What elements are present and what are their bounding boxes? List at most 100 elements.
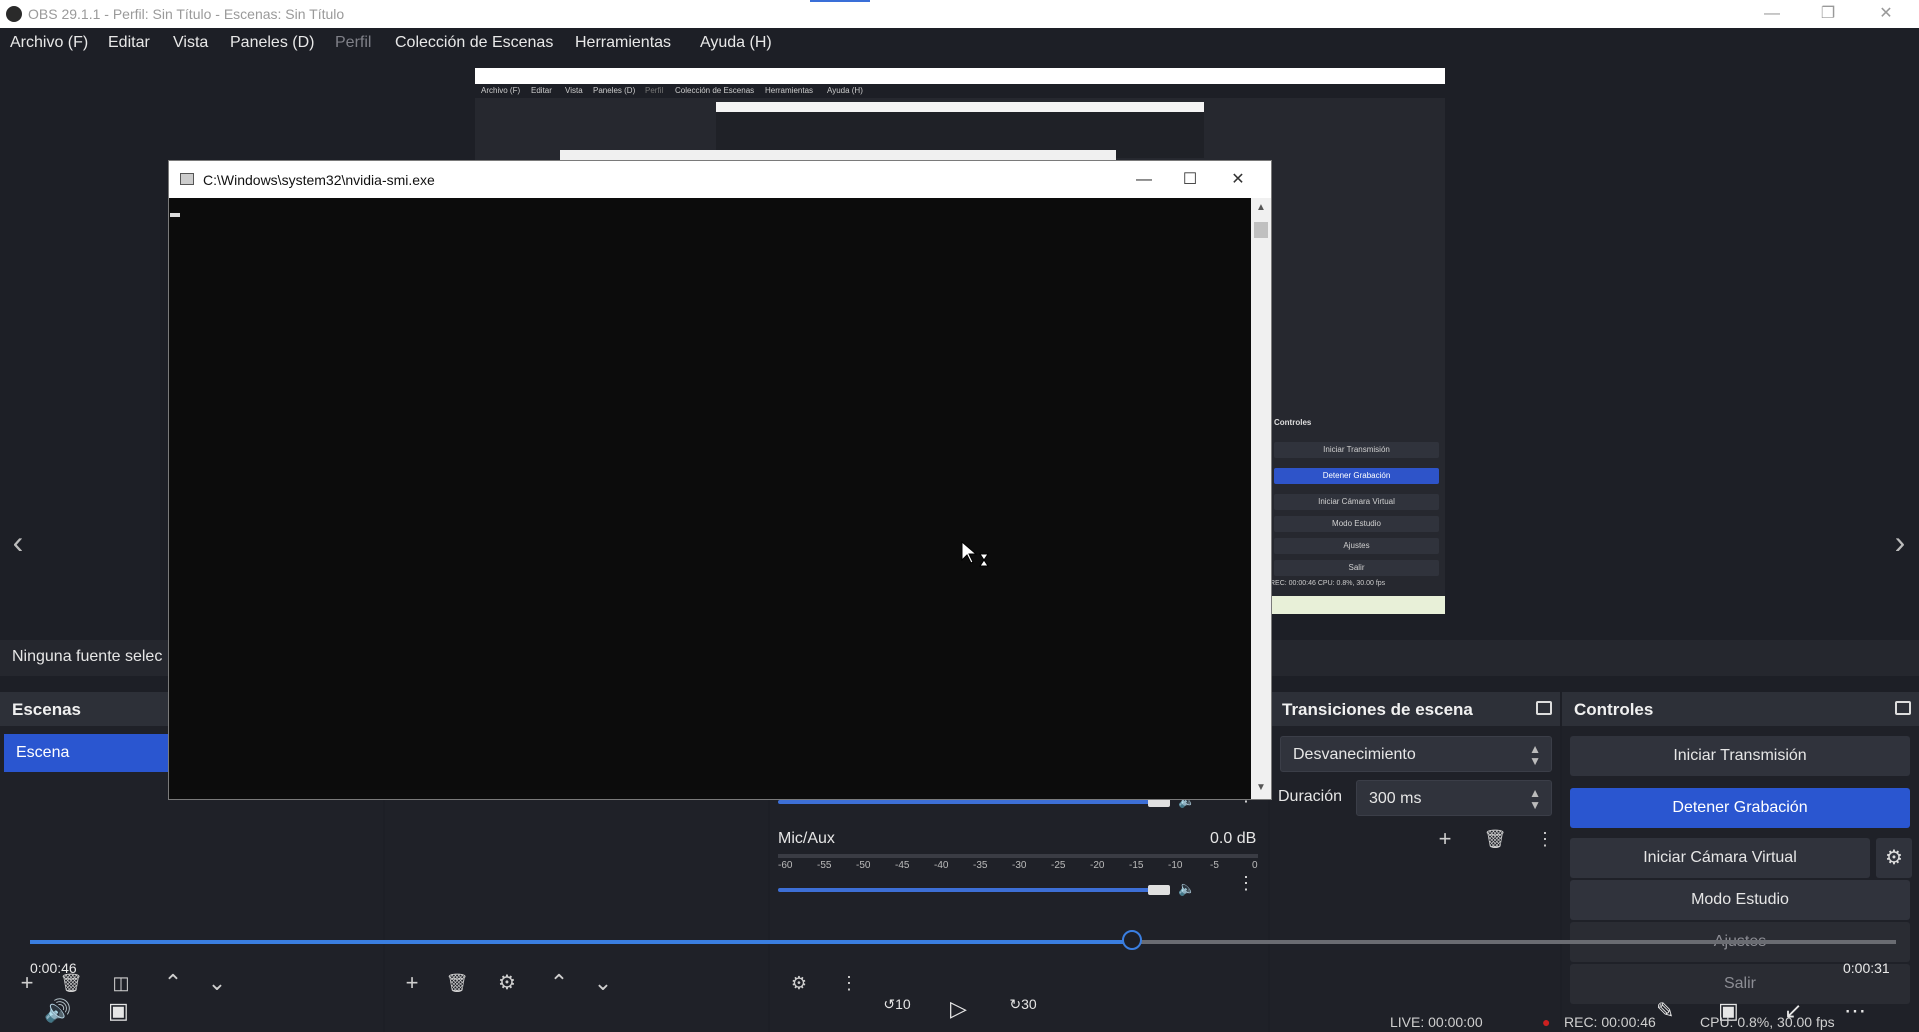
nested-menu-item: Paneles (D) (593, 86, 636, 95)
busy-cursor-icon (961, 540, 989, 567)
remove-source-icon[interactable]: 🗑 (440, 968, 474, 998)
console-window[interactable]: C:\Windows\system32\nvidia-smi.exe — ☐ ✕… (168, 160, 1272, 800)
minimize-button[interactable]: — (1752, 2, 1792, 26)
elapsed-time: 0:00:46 (30, 960, 77, 976)
console-title-bar: C:\Windows\system32\nvidia-smi.exe — ☐ ✕ (169, 161, 1271, 198)
mic-menu-icon[interactable]: ⋮ (1236, 874, 1256, 908)
mixer-level: 0.0 dB (1210, 830, 1257, 847)
console-close-button[interactable]: ✕ (1215, 161, 1261, 198)
scale-tick: -55 (817, 860, 832, 871)
menu-ayuda[interactable]: Ayuda (H) (700, 34, 772, 52)
transition-selected: Desvanecimiento (1293, 746, 1416, 763)
float-dock-icon[interactable] (1536, 701, 1552, 715)
live-status: LIVE: 00:00:00 (1390, 1014, 1483, 1030)
add-source-icon[interactable]: + (395, 968, 429, 998)
nested-status-bar (1270, 596, 1445, 614)
rewind-icon[interactable]: ↺10 (880, 996, 914, 1013)
nested-button: Iniciar Transmisión (1274, 442, 1439, 458)
mic-muted-icon[interactable]: 🔈 (1178, 880, 1195, 897)
remove-transition-icon[interactable]: 🗑 (1478, 824, 1512, 854)
scroll-down-icon[interactable]: ▼ (1251, 782, 1271, 793)
nested-button: Iniciar Cámara Virtual (1274, 494, 1439, 510)
nested-inner-title (716, 102, 1204, 112)
window-title: OBS 29.1.1 - Perfil: Sin Título - Escena… (28, 6, 345, 22)
scale-tick: -10 (1168, 860, 1183, 871)
nested-menu-item: Archivo (F) (481, 86, 521, 95)
menu-herramientas[interactable]: Herramientas (575, 34, 671, 52)
nested-title-bar (475, 68, 1445, 84)
next-arrow-icon[interactable]: › (1888, 522, 1912, 562)
transition-select[interactable]: Desvanecimiento ▲ ▼ (1280, 736, 1552, 772)
menu-editar[interactable]: Editar (108, 34, 150, 52)
scene-filter-icon[interactable]: ◫ (104, 968, 138, 998)
controls-dock: Controles Iniciar Transmisión Detener Gr… (1562, 692, 1919, 1032)
transition-menu-icon[interactable]: ⋮ (1528, 824, 1562, 854)
menu-archivo[interactable]: Archivo (F) (10, 34, 88, 52)
captions-icon[interactable]: ▣ (108, 998, 129, 1024)
scroll-thumb[interactable] (1254, 222, 1268, 238)
advanced-audio-icon[interactable]: ⚙ (782, 968, 816, 998)
scale-tick: 0 (1252, 860, 1258, 871)
scale-tick: -15 (1129, 860, 1144, 871)
rec-indicator-icon: ● (1542, 1014, 1551, 1030)
title-accent-line (810, 0, 870, 2)
virtual-camera-button[interactable]: Iniciar Cámara Virtual (1570, 838, 1870, 878)
forward-seconds: 30 (1021, 996, 1037, 1012)
scale-tick: -5 (1210, 860, 1219, 871)
source-properties-icon[interactable]: ⚙ (490, 968, 524, 998)
previous-arrow-icon[interactable]: ‹ (6, 522, 30, 562)
menu-coleccion-escenas[interactable]: Colección de Escenas (395, 34, 553, 52)
scale-tick: -20 (1090, 860, 1105, 871)
console-title: C:\Windows\system32\nvidia-smi.exe (203, 172, 435, 188)
play-icon[interactable]: ▷ (950, 996, 967, 1022)
controls-header: Controles (1562, 692, 1919, 726)
restore-button[interactable]: ❐ (1808, 2, 1848, 26)
volume-icon[interactable]: 🔊 (44, 998, 71, 1024)
duration-value: 300 ms (1369, 790, 1422, 807)
audio-meter (778, 854, 1258, 858)
desktop-volume-fader[interactable] (778, 800, 1158, 804)
mic-volume-fader[interactable] (778, 888, 1158, 892)
nested-menu-item: Perfil (645, 86, 664, 95)
controls-title: Controles (1574, 700, 1654, 719)
timeline-scrubber[interactable] (1122, 930, 1142, 950)
mixer-menu-icon[interactable]: ⋮ (832, 968, 866, 998)
start-stream-button[interactable]: Iniciar Transmisión (1570, 736, 1910, 776)
mic-fader-knob[interactable] (1148, 885, 1170, 895)
move-down-icon[interactable]: ⌄ (200, 968, 234, 998)
status-bar: LIVE: 00:00:00 ● REC: 00:00:46 CPU: 0.8%… (1380, 1014, 1919, 1032)
nested-controls-title: Controles (1274, 418, 1312, 427)
scale-tick: -60 (778, 860, 793, 871)
forward-icon[interactable]: ↻30 (1006, 996, 1040, 1013)
transitions-header: Transiciones de escena (1270, 692, 1560, 726)
nested-menu-item: Herramientas (765, 86, 814, 95)
console-scrollbar[interactable]: ▲ ▼ (1251, 198, 1271, 799)
menu-vista[interactable]: Vista (173, 34, 208, 52)
virtual-camera-settings-icon[interactable]: ⚙ (1876, 838, 1912, 878)
menu-perfil[interactable]: Perfil (335, 34, 371, 52)
scenes-title: Escenas (12, 700, 81, 719)
duration-spinbox[interactable]: 300 ms ▲ ▼ (1356, 780, 1552, 816)
scroll-up-icon[interactable]: ▲ (1251, 202, 1271, 213)
nested-button: Detener Grabación (1274, 468, 1439, 484)
move-up-icon[interactable]: ⌃ (156, 968, 190, 998)
console-minimize-button[interactable]: — (1121, 161, 1167, 198)
studio-mode-button[interactable]: Modo Estudio (1570, 880, 1910, 920)
float-dock-icon[interactable] (1895, 701, 1911, 715)
nested-menu-item: Editar (531, 86, 552, 95)
scene-item-label: Escena (16, 744, 70, 761)
cpu-status: CPU: 0.8%, 30.00 fps (1700, 1014, 1835, 1030)
stop-record-button[interactable]: Detener Grabación (1570, 788, 1910, 828)
duration-label: Duración (1278, 788, 1343, 805)
obs-logo-icon (6, 6, 22, 22)
source-up-icon[interactable]: ⌃ (542, 968, 576, 998)
source-down-icon[interactable]: ⌄ (586, 968, 620, 998)
nested-button: Modo Estudio (1274, 516, 1439, 532)
nested-status-text: REC: 00:00:46 CPU: 0.8%, 30.00 fps (1270, 580, 1386, 587)
menu-paneles[interactable]: Paneles (D) (230, 34, 314, 52)
transitions-dock: Transiciones de escena Desvanecimiento ▲… (1270, 692, 1560, 1032)
close-button[interactable]: ✕ (1866, 2, 1906, 26)
console-maximize-button[interactable]: ☐ (1167, 161, 1213, 198)
console-text-cursor (170, 213, 180, 217)
add-transition-icon[interactable]: + (1428, 824, 1462, 854)
